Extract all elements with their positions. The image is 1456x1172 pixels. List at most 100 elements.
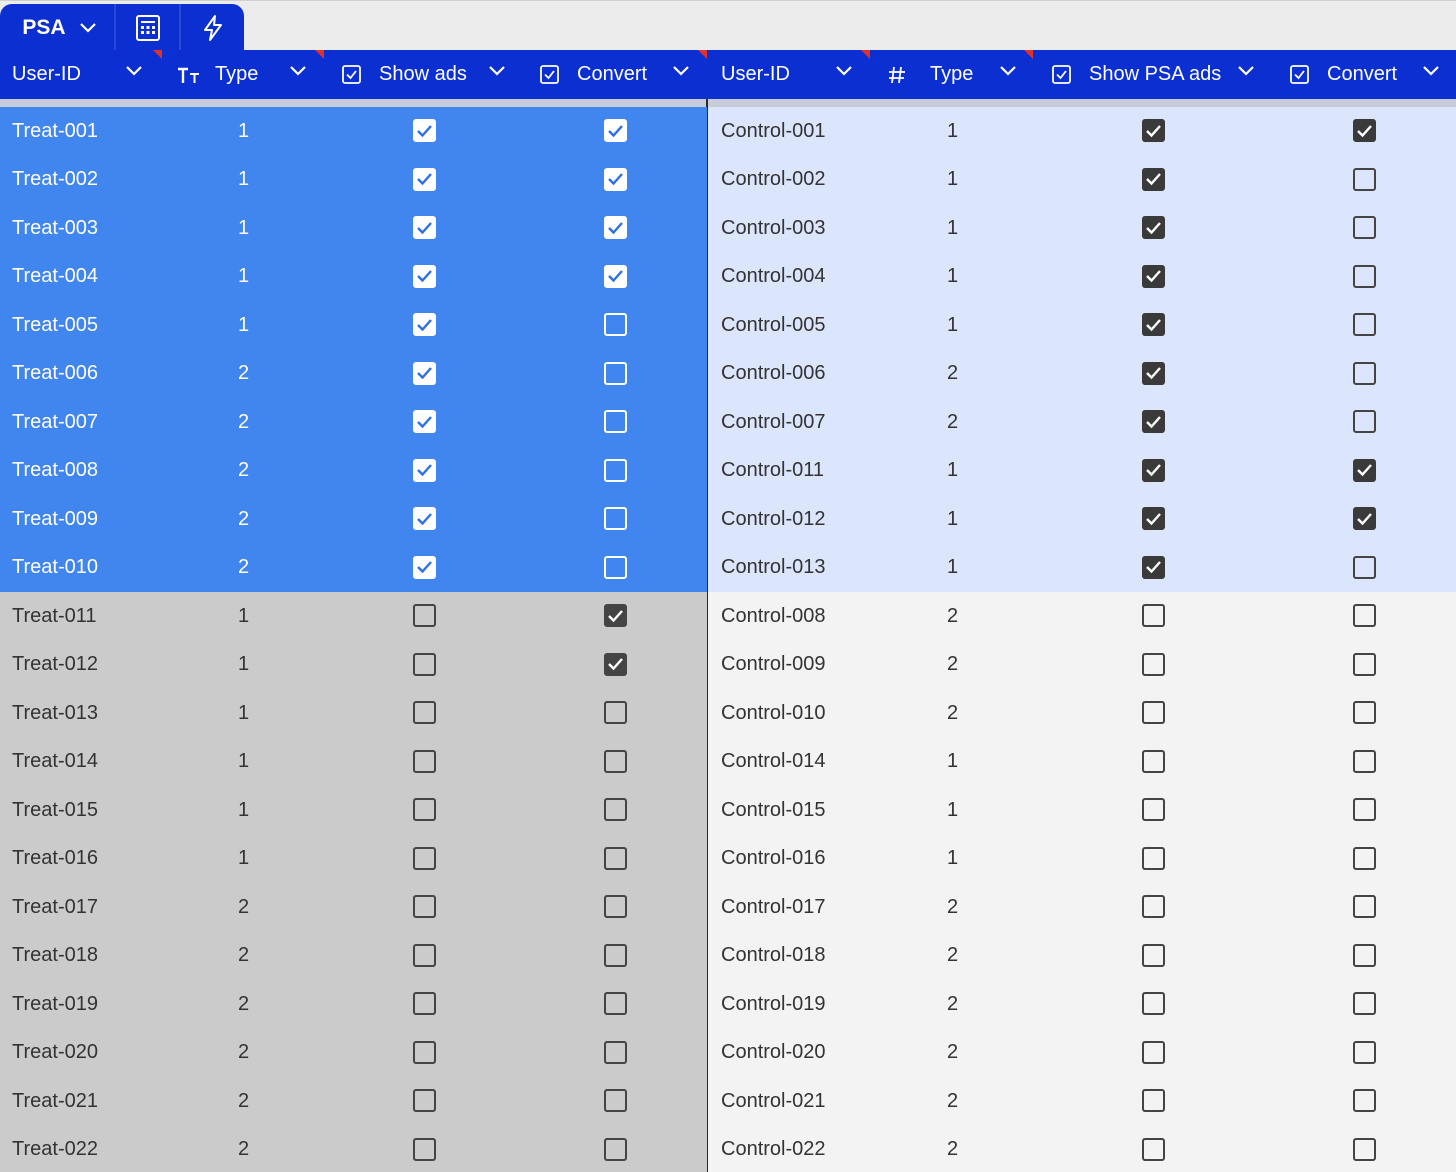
convert-checkbox[interactable] bbox=[604, 749, 627, 773]
table-row[interactable]: Treat-014 1 bbox=[0, 737, 707, 787]
user-id-cell[interactable]: Treat-007 bbox=[12, 398, 98, 447]
type-cell[interactable]: 1 bbox=[238, 738, 249, 787]
type-cell[interactable]: 2 bbox=[238, 1126, 249, 1172]
show-ads-checkbox[interactable] bbox=[413, 167, 436, 191]
type-cell[interactable]: 1 bbox=[238, 156, 249, 205]
user-id-cell[interactable]: Treat-015 bbox=[12, 786, 98, 835]
show-ads-checkbox[interactable] bbox=[1142, 264, 1165, 288]
show-ads-checkbox[interactable] bbox=[413, 652, 436, 676]
show-ads-checkbox[interactable] bbox=[1142, 798, 1165, 821]
show-ads-checkbox[interactable] bbox=[1142, 701, 1165, 724]
table-row[interactable]: Control-017 2 bbox=[708, 883, 1456, 932]
table-row[interactable]: Treat-001 1 bbox=[0, 107, 707, 156]
tab-psa[interactable]: PSA bbox=[0, 4, 114, 51]
type-cell[interactable]: 1 bbox=[947, 738, 958, 787]
chevron-down-icon[interactable] bbox=[290, 66, 306, 76]
convert-checkbox[interactable] bbox=[1353, 749, 1376, 773]
user-id-cell[interactable]: Treat-009 bbox=[12, 495, 98, 544]
table-row[interactable]: Control-009 2 bbox=[708, 640, 1456, 689]
table-row[interactable]: Control-019 2 bbox=[708, 980, 1456, 1029]
convert-checkbox[interactable] bbox=[604, 458, 627, 482]
convert-checkbox[interactable] bbox=[1353, 1089, 1376, 1112]
type-cell[interactable]: 1 bbox=[238, 592, 249, 641]
convert-checkbox[interactable] bbox=[1353, 846, 1376, 870]
user-id-cell[interactable]: Treat-020 bbox=[12, 1029, 98, 1078]
column-header-convert[interactable]: Convert bbox=[1290, 50, 1450, 99]
user-id-cell[interactable]: Treat-001 bbox=[12, 107, 98, 156]
type-cell[interactable]: 1 bbox=[947, 447, 958, 496]
user-id-cell[interactable]: Control-012 bbox=[721, 495, 826, 544]
convert-checkbox[interactable] bbox=[1353, 652, 1376, 676]
convert-checkbox[interactable] bbox=[604, 507, 627, 530]
type-cell[interactable]: 1 bbox=[238, 107, 249, 156]
table-row[interactable]: Treat-011 1 bbox=[0, 592, 707, 641]
show-ads-checkbox[interactable] bbox=[1142, 652, 1165, 676]
show-ads-checkbox[interactable] bbox=[413, 701, 436, 724]
user-id-cell[interactable]: Control-005 bbox=[721, 301, 826, 350]
show-ads-checkbox[interactable] bbox=[413, 895, 436, 918]
show-ads-checkbox[interactable] bbox=[1142, 1137, 1165, 1161]
table-row[interactable]: Control-016 1 bbox=[708, 834, 1456, 884]
convert-checkbox[interactable] bbox=[604, 1040, 627, 1064]
user-id-cell[interactable]: Control-015 bbox=[721, 786, 826, 835]
type-cell[interactable]: 2 bbox=[947, 980, 958, 1029]
user-id-cell[interactable]: Treat-021 bbox=[12, 1077, 98, 1126]
table-row[interactable]: Control-012 1 bbox=[708, 495, 1456, 544]
user-id-cell[interactable]: Control-002 bbox=[721, 156, 826, 205]
type-cell[interactable]: 2 bbox=[238, 398, 249, 447]
type-cell[interactable]: 1 bbox=[947, 786, 958, 835]
convert-checkbox[interactable] bbox=[1353, 798, 1376, 821]
show-ads-checkbox[interactable] bbox=[413, 1040, 436, 1064]
type-cell[interactable]: 1 bbox=[947, 156, 958, 205]
convert-checkbox[interactable] bbox=[1353, 701, 1376, 724]
chevron-down-icon[interactable] bbox=[489, 66, 505, 76]
user-id-cell[interactable]: Control-021 bbox=[721, 1077, 826, 1126]
show-ads-checkbox[interactable] bbox=[1142, 1089, 1165, 1112]
table-row[interactable]: Treat-009 2 bbox=[0, 495, 707, 544]
show-ads-checkbox[interactable] bbox=[1142, 604, 1165, 627]
table-row[interactable]: Control-003 1 bbox=[708, 204, 1456, 253]
convert-checkbox[interactable] bbox=[604, 264, 627, 288]
show-ads-checkbox[interactable] bbox=[413, 943, 436, 967]
user-id-cell[interactable]: Control-011 bbox=[721, 447, 824, 496]
column-header-show-ads[interactable]: Show ads bbox=[342, 50, 522, 99]
user-id-cell[interactable]: Treat-016 bbox=[12, 835, 98, 884]
column-header-convert[interactable]: Convert bbox=[540, 50, 706, 99]
chevron-down-icon[interactable] bbox=[673, 66, 689, 76]
table-row[interactable]: Control-014 1 bbox=[708, 737, 1456, 787]
convert-checkbox[interactable] bbox=[604, 846, 627, 870]
user-id-cell[interactable]: Control-003 bbox=[721, 204, 826, 253]
show-ads-checkbox[interactable] bbox=[1142, 458, 1165, 482]
show-ads-checkbox[interactable] bbox=[1142, 119, 1165, 142]
column-header-type[interactable]: Type bbox=[177, 50, 327, 99]
type-cell[interactable]: 2 bbox=[238, 1029, 249, 1078]
type-cell[interactable]: 2 bbox=[238, 932, 249, 981]
type-cell[interactable]: 2 bbox=[947, 689, 958, 738]
type-cell[interactable]: 1 bbox=[947, 107, 958, 156]
user-id-cell[interactable]: Treat-002 bbox=[12, 156, 98, 205]
convert-checkbox[interactable] bbox=[604, 216, 627, 239]
convert-checkbox[interactable] bbox=[604, 604, 627, 627]
table-row[interactable]: Control-004 1 bbox=[708, 252, 1456, 301]
show-ads-checkbox[interactable] bbox=[413, 264, 436, 288]
show-ads-checkbox[interactable] bbox=[413, 119, 436, 142]
table-row[interactable]: Control-011 1 bbox=[708, 446, 1456, 496]
user-id-cell[interactable]: Treat-005 bbox=[12, 301, 98, 350]
user-id-cell[interactable]: Control-001 bbox=[721, 107, 826, 156]
show-ads-checkbox[interactable] bbox=[413, 798, 436, 821]
user-id-cell[interactable]: Treat-013 bbox=[12, 689, 98, 738]
tab-calculator[interactable] bbox=[114, 4, 179, 51]
table-row[interactable]: Control-002 1 bbox=[708, 155, 1456, 205]
convert-checkbox[interactable] bbox=[604, 1137, 627, 1161]
table-row[interactable]: Treat-021 2 bbox=[0, 1077, 707, 1126]
convert-checkbox[interactable] bbox=[604, 1089, 627, 1112]
user-id-cell[interactable]: Control-016 bbox=[721, 835, 826, 884]
user-id-cell[interactable]: Control-018 bbox=[721, 932, 826, 981]
show-ads-checkbox[interactable] bbox=[413, 846, 436, 870]
show-ads-checkbox[interactable] bbox=[1142, 846, 1165, 870]
convert-checkbox[interactable] bbox=[604, 992, 627, 1015]
type-cell[interactable]: 2 bbox=[947, 350, 958, 399]
convert-checkbox[interactable] bbox=[1353, 313, 1376, 336]
user-id-cell[interactable]: Treat-014 bbox=[12, 738, 98, 787]
table-row[interactable]: Control-005 1 bbox=[708, 301, 1456, 350]
